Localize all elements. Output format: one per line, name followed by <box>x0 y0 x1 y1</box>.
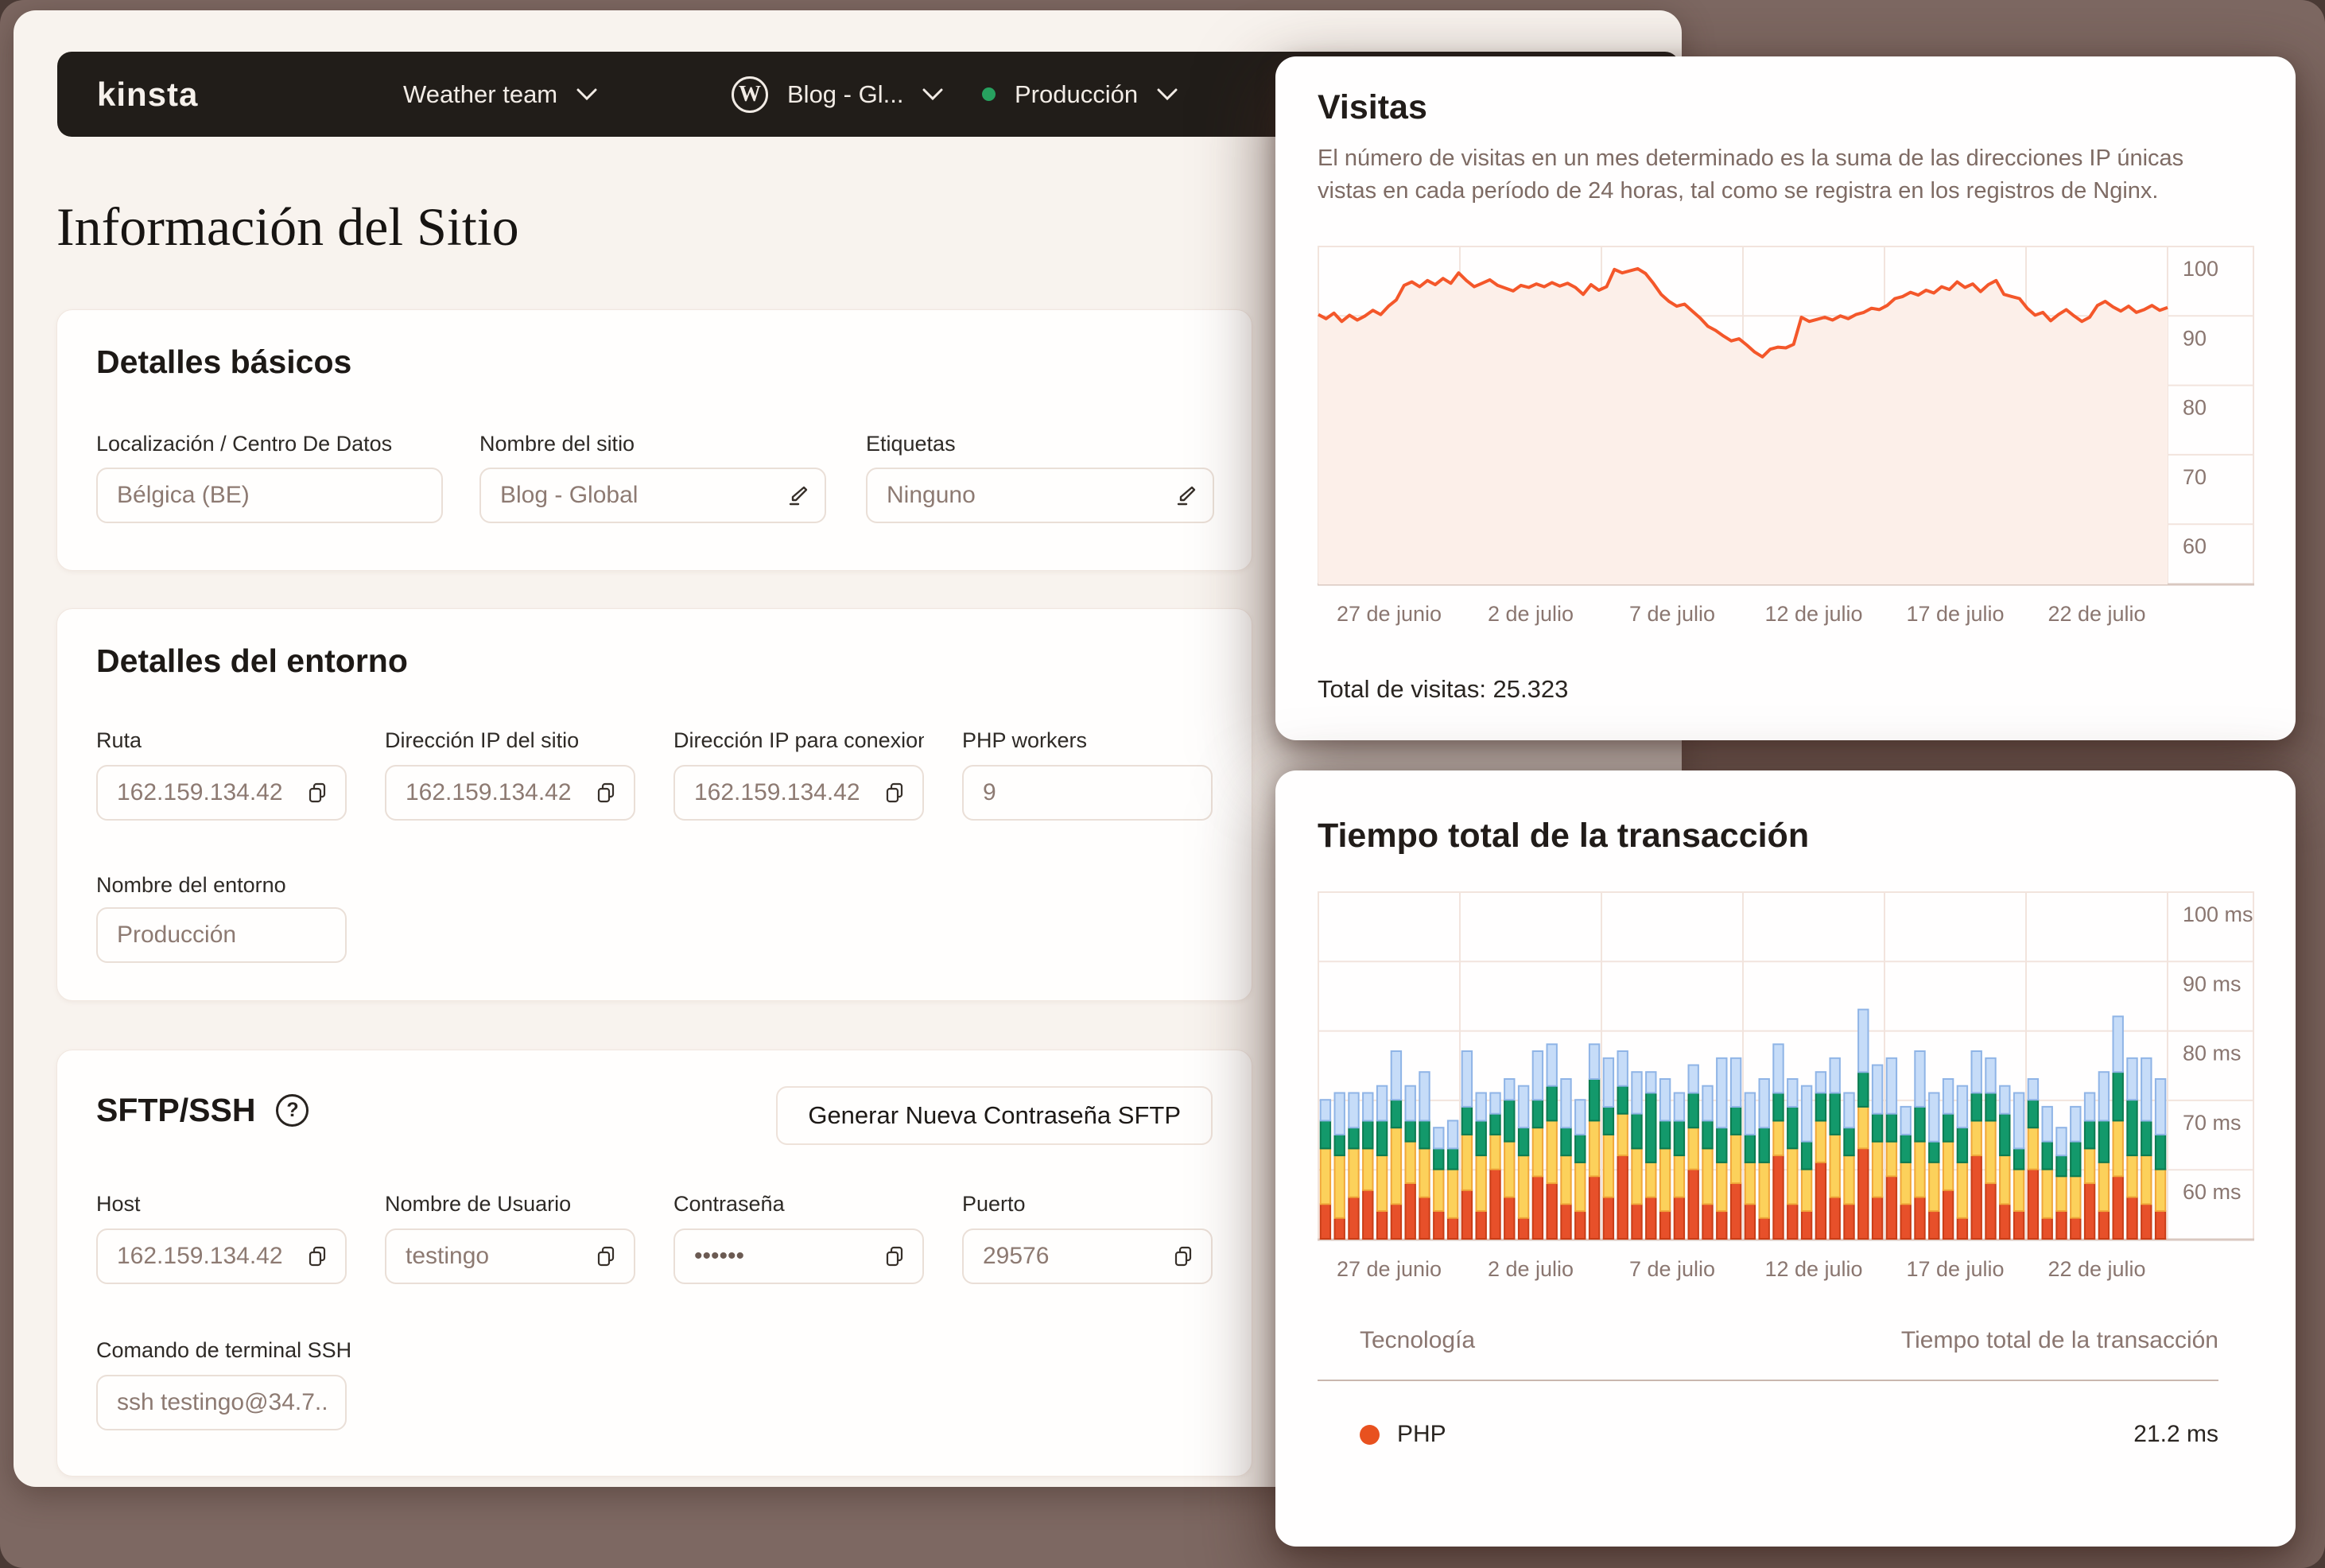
svg-text:70 ms: 70 ms <box>2183 1111 2242 1135</box>
svg-text:22 de julio: 22 de julio <box>2047 1257 2145 1281</box>
chevron-down-icon <box>576 88 597 100</box>
svg-text:70: 70 <box>2183 465 2207 489</box>
section-title: SFTP/SSH <box>96 1092 256 1128</box>
password-field[interactable]: •••••• <box>673 1228 924 1284</box>
site-ip-field[interactable]: 162.159.134.42 <box>385 765 635 821</box>
svg-text:80: 80 <box>2183 396 2207 420</box>
tech-column-header: Tecnología <box>1360 1327 1476 1353</box>
svg-text:100: 100 <box>2183 257 2218 281</box>
svg-text:2 de julio: 2 de julio <box>1488 1257 1574 1281</box>
field-label: PHP workers <box>962 728 1088 752</box>
svg-text:90 ms: 90 ms <box>2183 972 2242 996</box>
svg-text:27 de junio: 27 de junio <box>1337 602 1442 626</box>
field-label: Nombre del sitio <box>479 432 635 456</box>
path-field[interactable]: 162.159.134.42 <box>96 765 347 821</box>
field-label: Contraseña <box>673 1192 785 1216</box>
section-title: Detalles básicos <box>96 343 352 380</box>
copy-icon[interactable] <box>305 781 329 805</box>
svg-text:90: 90 <box>2183 326 2207 350</box>
wordpress-icon: W <box>732 76 768 113</box>
environment-details-card: Detalles del entorno Ruta 162.159.134.42… <box>56 608 1252 1001</box>
datacenter-field[interactable]: Bélgica (BE) <box>96 468 443 523</box>
copy-icon[interactable] <box>883 781 906 805</box>
visitas-card: Visitas El número de visitas en un mes d… <box>1275 56 2296 740</box>
field-label: Host <box>96 1192 141 1216</box>
visitas-description: El número de visitas en un mes determina… <box>1318 146 2184 204</box>
team-selector-label: Weather team <box>403 80 558 108</box>
help-icon[interactable]: ? <box>276 1094 309 1127</box>
tiempo-card: Tiempo total de la transacción 100 ms 90 … <box>1275 770 2296 1547</box>
field-label: Dirección IP para conexione <box>673 728 924 752</box>
svg-text:7 de julio: 7 de julio <box>1629 1257 1715 1281</box>
visitas-total: Total de visitas: 25.323 <box>1318 675 1569 703</box>
svg-text:80 ms: 80 ms <box>2183 1042 2242 1065</box>
field-label: Dirección IP del sitio <box>385 728 580 752</box>
chevron-down-icon <box>1157 88 1178 100</box>
visitas-line-chart: 100 90 80 70 60 27 de junio 2 de julio 7 de jul… <box>1318 246 2254 633</box>
svg-text:100 ms: 100 ms <box>2183 902 2253 926</box>
kinsta-logo[interactable]: kinsta <box>97 52 198 137</box>
edit-icon[interactable] <box>1174 484 1197 506</box>
host-field[interactable]: 162.159.134.42 <box>96 1228 347 1284</box>
field-label: Nombre del entorno <box>96 873 286 897</box>
team-selector[interactable]: Weather team <box>403 52 597 137</box>
port-field[interactable]: 29576 <box>962 1228 1213 1284</box>
site-selector[interactable]: W Blog - Gl... <box>732 52 943 137</box>
table-divider <box>1318 1380 2218 1381</box>
chevron-down-icon <box>922 88 943 100</box>
php-legend-dot <box>1360 1424 1380 1445</box>
external-ip-field[interactable]: 162.159.134.42 <box>673 765 924 821</box>
field-label: Etiquetas <box>866 432 956 456</box>
field-label: Comando de terminal SSH <box>96 1338 352 1362</box>
edit-icon[interactable] <box>786 484 809 506</box>
copy-icon[interactable] <box>594 781 618 805</box>
environment-status-dot <box>982 87 996 101</box>
field-label: Ruta <box>96 728 142 752</box>
svg-text:12 de julio: 12 de julio <box>1764 1257 1862 1281</box>
field-label: Nombre de Usuario <box>385 1192 572 1216</box>
copy-icon[interactable] <box>883 1244 906 1268</box>
screenshot-canvas: kinsta Weather team W Blog - Gl... Produ… <box>0 0 2325 1568</box>
page-title: Información del Sitio <box>56 196 519 257</box>
sftp-ssh-card: SFTP/SSH ? Generar Nueva Contraseña SFTP… <box>56 1050 1252 1477</box>
username-field[interactable]: testingo <box>385 1228 635 1284</box>
php-row-value: 21.2 ms <box>2133 1421 2218 1447</box>
environment-selector-label: Producción <box>1015 80 1139 108</box>
svg-text:7 de julio: 7 de julio <box>1629 602 1715 626</box>
environment-name-field[interactable]: Producción <box>96 907 347 963</box>
time-column-header: Tiempo total de la transacción <box>1900 1327 2218 1353</box>
environment-selector[interactable]: Producción <box>982 52 1178 137</box>
svg-text:22 de julio: 22 de julio <box>2047 602 2145 626</box>
php-workers-field[interactable]: 9 <box>962 765 1213 821</box>
field-label: Puerto <box>962 1192 1026 1216</box>
tiempo-bar-chart: 100 ms 90 ms 80 ms 70 ms 60 ms 27 de junio 2 d… <box>1318 891 2254 1289</box>
ssh-command-field[interactable]: ssh testingo@34.7... <box>96 1375 347 1430</box>
svg-text:17 de julio: 17 de julio <box>1906 1257 2004 1281</box>
svg-text:60 ms: 60 ms <box>2183 1180 2242 1204</box>
copy-icon[interactable] <box>1171 1244 1195 1268</box>
svg-text:17 de julio: 17 de julio <box>1906 602 2004 626</box>
php-row-label: PHP <box>1397 1421 1446 1447</box>
copy-icon[interactable] <box>305 1244 329 1268</box>
section-title: Detalles del entorno <box>96 642 408 679</box>
field-label: Localización / Centro De Datos <box>96 432 393 456</box>
svg-text:60: 60 <box>2183 534 2207 558</box>
basic-details-card: Detalles básicos Localización / Centro D… <box>56 309 1252 571</box>
site-name-field[interactable]: Blog - Global <box>479 468 826 523</box>
svg-text:27 de junio: 27 de junio <box>1337 1257 1442 1281</box>
tags-field[interactable]: Ninguno <box>866 468 1214 523</box>
tiempo-title: Tiempo total de la transacción <box>1318 817 1810 855</box>
svg-text:2 de julio: 2 de julio <box>1488 602 1574 626</box>
copy-icon[interactable] <box>594 1244 618 1268</box>
site-selector-label: Blog - Gl... <box>787 80 904 108</box>
svg-text:12 de julio: 12 de julio <box>1764 602 1862 626</box>
visitas-title: Visitas <box>1318 88 1427 126</box>
generate-sftp-password-button[interactable]: Generar Nueva Contraseña SFTP <box>776 1086 1213 1145</box>
